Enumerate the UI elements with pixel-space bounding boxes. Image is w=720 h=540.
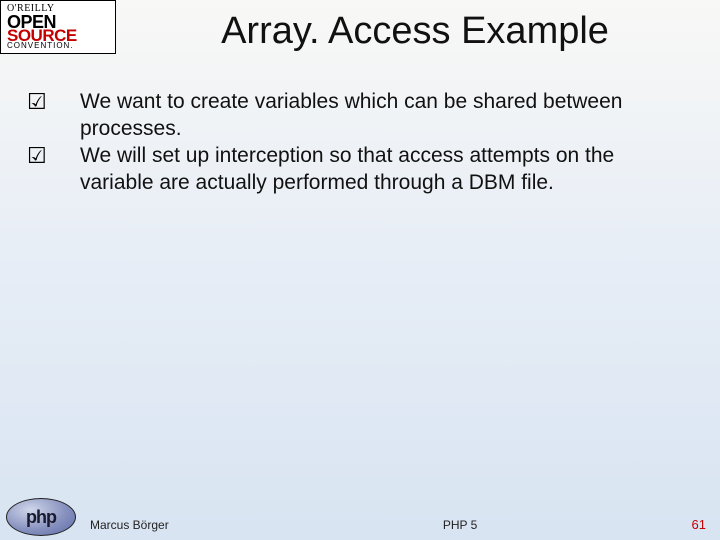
- bullet-text: We will set up interception so that acce…: [80, 142, 690, 196]
- footer-author: Marcus Börger: [90, 518, 169, 532]
- slide-footer: Marcus Börger PHP 5 61: [90, 517, 706, 532]
- slide-title: Array. Access Example: [130, 10, 700, 53]
- logo-convention-text: CONVENTION.: [7, 42, 109, 50]
- php-logo-ellipse: php: [6, 498, 76, 536]
- oreilly-open-source-logo: O'REILLY OPEN SOURCE CONVENTION.: [0, 0, 116, 54]
- bullet-item: ☑ We want to create variables which can …: [22, 88, 690, 142]
- bullet-text: We want to create variables which can be…: [80, 88, 690, 142]
- php-logo-text: php: [26, 507, 56, 528]
- footer-page-number: 61: [692, 517, 706, 532]
- checkbox-checked-icon: ☑: [22, 142, 80, 170]
- checkbox-checked-icon: ☑: [22, 88, 80, 116]
- php-logo: php: [6, 498, 76, 536]
- footer-center: PHP 5: [169, 518, 692, 532]
- slide: O'REILLY OPEN SOURCE CONVENTION. Array. …: [0, 0, 720, 540]
- slide-body: ☑ We want to create variables which can …: [22, 88, 690, 196]
- bullet-item: ☑ We will set up interception so that ac…: [22, 142, 690, 196]
